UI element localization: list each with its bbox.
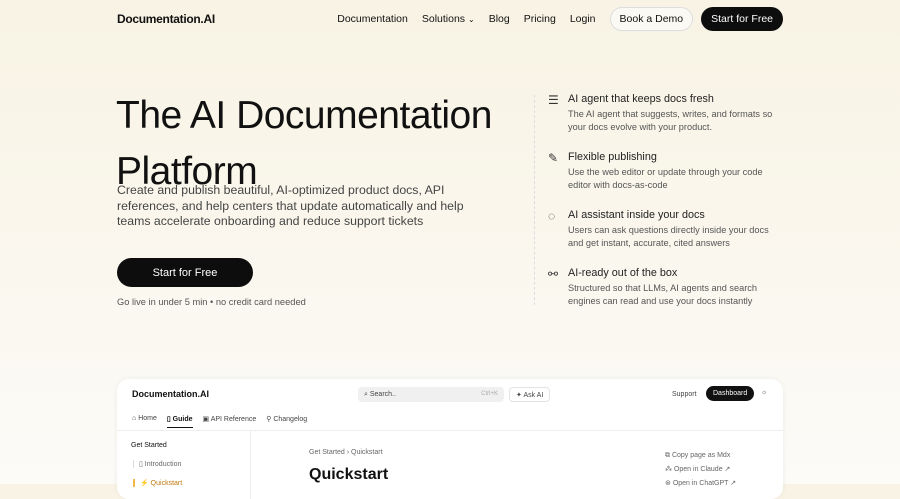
- divider: [534, 95, 535, 305]
- chevron-down-icon: ⌄: [467, 15, 475, 24]
- list-scan-icon: ☰: [548, 93, 559, 107]
- feature-title: Flexible publishing: [568, 151, 657, 163]
- feature-desc: The AI agent that suggests, writes, and …: [568, 109, 773, 132]
- ask-ai-label: Ask AI: [523, 392, 544, 399]
- tab-guide[interactable]: ▯ Guide: [166, 415, 193, 428]
- sidebar-item-introduction[interactable]: ▯ Introduction: [133, 460, 181, 468]
- hero-subtitle: Create and publish beautiful, AI-optimiz…: [117, 183, 464, 228]
- nav-documentation[interactable]: Documentation: [337, 13, 408, 25]
- page-title: Quickstart: [309, 466, 389, 483]
- nav-solutions[interactable]: Solutions ⌄: [422, 13, 475, 25]
- nav-solutions-label: Solutions: [421, 13, 466, 25]
- preview-search[interactable]: ⌕ Search.. Ctrl+K: [358, 387, 504, 402]
- hero-start-button[interactable]: Start for Free: [117, 258, 253, 287]
- open-chatgpt-button[interactable]: ⊛ Open in ChatGPT ↗: [665, 477, 736, 491]
- tab-api-reference[interactable]: ▣ API Reference: [203, 415, 257, 428]
- sidebar-item-quickstart[interactable]: ⚡ Quickstart: [133, 479, 182, 487]
- theme-toggle-icon[interactable]: ☼: [761, 389, 767, 396]
- feature-title: AI assistant inside your docs: [568, 209, 705, 221]
- action-label: Copy page as Mdx: [671, 452, 731, 459]
- tab-home[interactable]: ⌂ Home: [132, 415, 157, 428]
- dashboard-button[interactable]: Dashboard: [706, 386, 755, 401]
- support-link[interactable]: Support: [672, 391, 697, 398]
- sidebar-item-label: Introduction: [144, 461, 182, 468]
- feature-desc: Use the web editor or update through you…: [568, 167, 763, 190]
- start-free-button[interactable]: Start for Free: [701, 7, 783, 31]
- hero-note: Go live in under 5 min • no credit card …: [117, 297, 306, 307]
- search-shortcut: Ctrl+K: [481, 391, 498, 397]
- feature-item: ✎ Flexible publishing Use the web editor o…: [548, 151, 778, 191]
- divider: [250, 430, 251, 499]
- preview-logo: Documentation.AI: [132, 389, 210, 399]
- feature-item: ☰ AI agent that keeps docs fresh The AI ag…: [548, 93, 778, 133]
- chat-bubble-icon: ◌: [548, 209, 556, 223]
- tab-label: Changelog: [273, 416, 308, 423]
- top-nav: Documentation.AI Documentation Solutions…: [117, 7, 783, 31]
- breadcrumb: Get Started › Quickstart: [309, 449, 383, 456]
- tab-label: API Reference: [210, 416, 257, 423]
- tab-label: Home: [138, 415, 157, 422]
- nav-login[interactable]: Login: [570, 13, 596, 25]
- tab-label: Guide: [172, 416, 193, 423]
- route-icon: ⚯: [548, 267, 559, 281]
- logo[interactable]: Documentation.AI: [117, 12, 215, 26]
- docs-preview: Documentation.AI ⌕ Search.. Ctrl+K ✦ Ask …: [117, 379, 783, 499]
- nav-blog[interactable]: Blog: [489, 13, 510, 25]
- feature-item: ◌ AI assistant inside your docs Users can …: [548, 209, 778, 249]
- feature-item: ⚯ AI-ready out of the box Structured so th…: [548, 267, 778, 307]
- action-label: Open in Claude ↗: [673, 466, 731, 473]
- nav-pricing[interactable]: Pricing: [524, 13, 556, 25]
- sidebar-section: Get Started: [131, 442, 167, 449]
- search-placeholder: Search..: [369, 391, 396, 398]
- copy-page-button[interactable]: ⧉ Copy page as Mdx: [665, 449, 736, 463]
- open-claude-button[interactable]: ⁂ Open in Claude ↗: [665, 463, 736, 477]
- feature-desc: Users can ask questions directly inside …: [568, 225, 769, 248]
- feature-title: AI agent that keeps docs fresh: [568, 93, 714, 105]
- feature-desc: Structured so that LLMs, AI agents and s…: [568, 283, 757, 306]
- feature-title: AI-ready out of the box: [568, 267, 678, 279]
- pen-tool-icon: ✎: [548, 151, 559, 165]
- book-demo-button[interactable]: Book a Demo: [609, 7, 694, 31]
- divider: [117, 430, 783, 431]
- tab-changelog[interactable]: ⚲ Changelog: [266, 415, 307, 428]
- ask-ai-button[interactable]: ✦ Ask AI: [509, 387, 551, 402]
